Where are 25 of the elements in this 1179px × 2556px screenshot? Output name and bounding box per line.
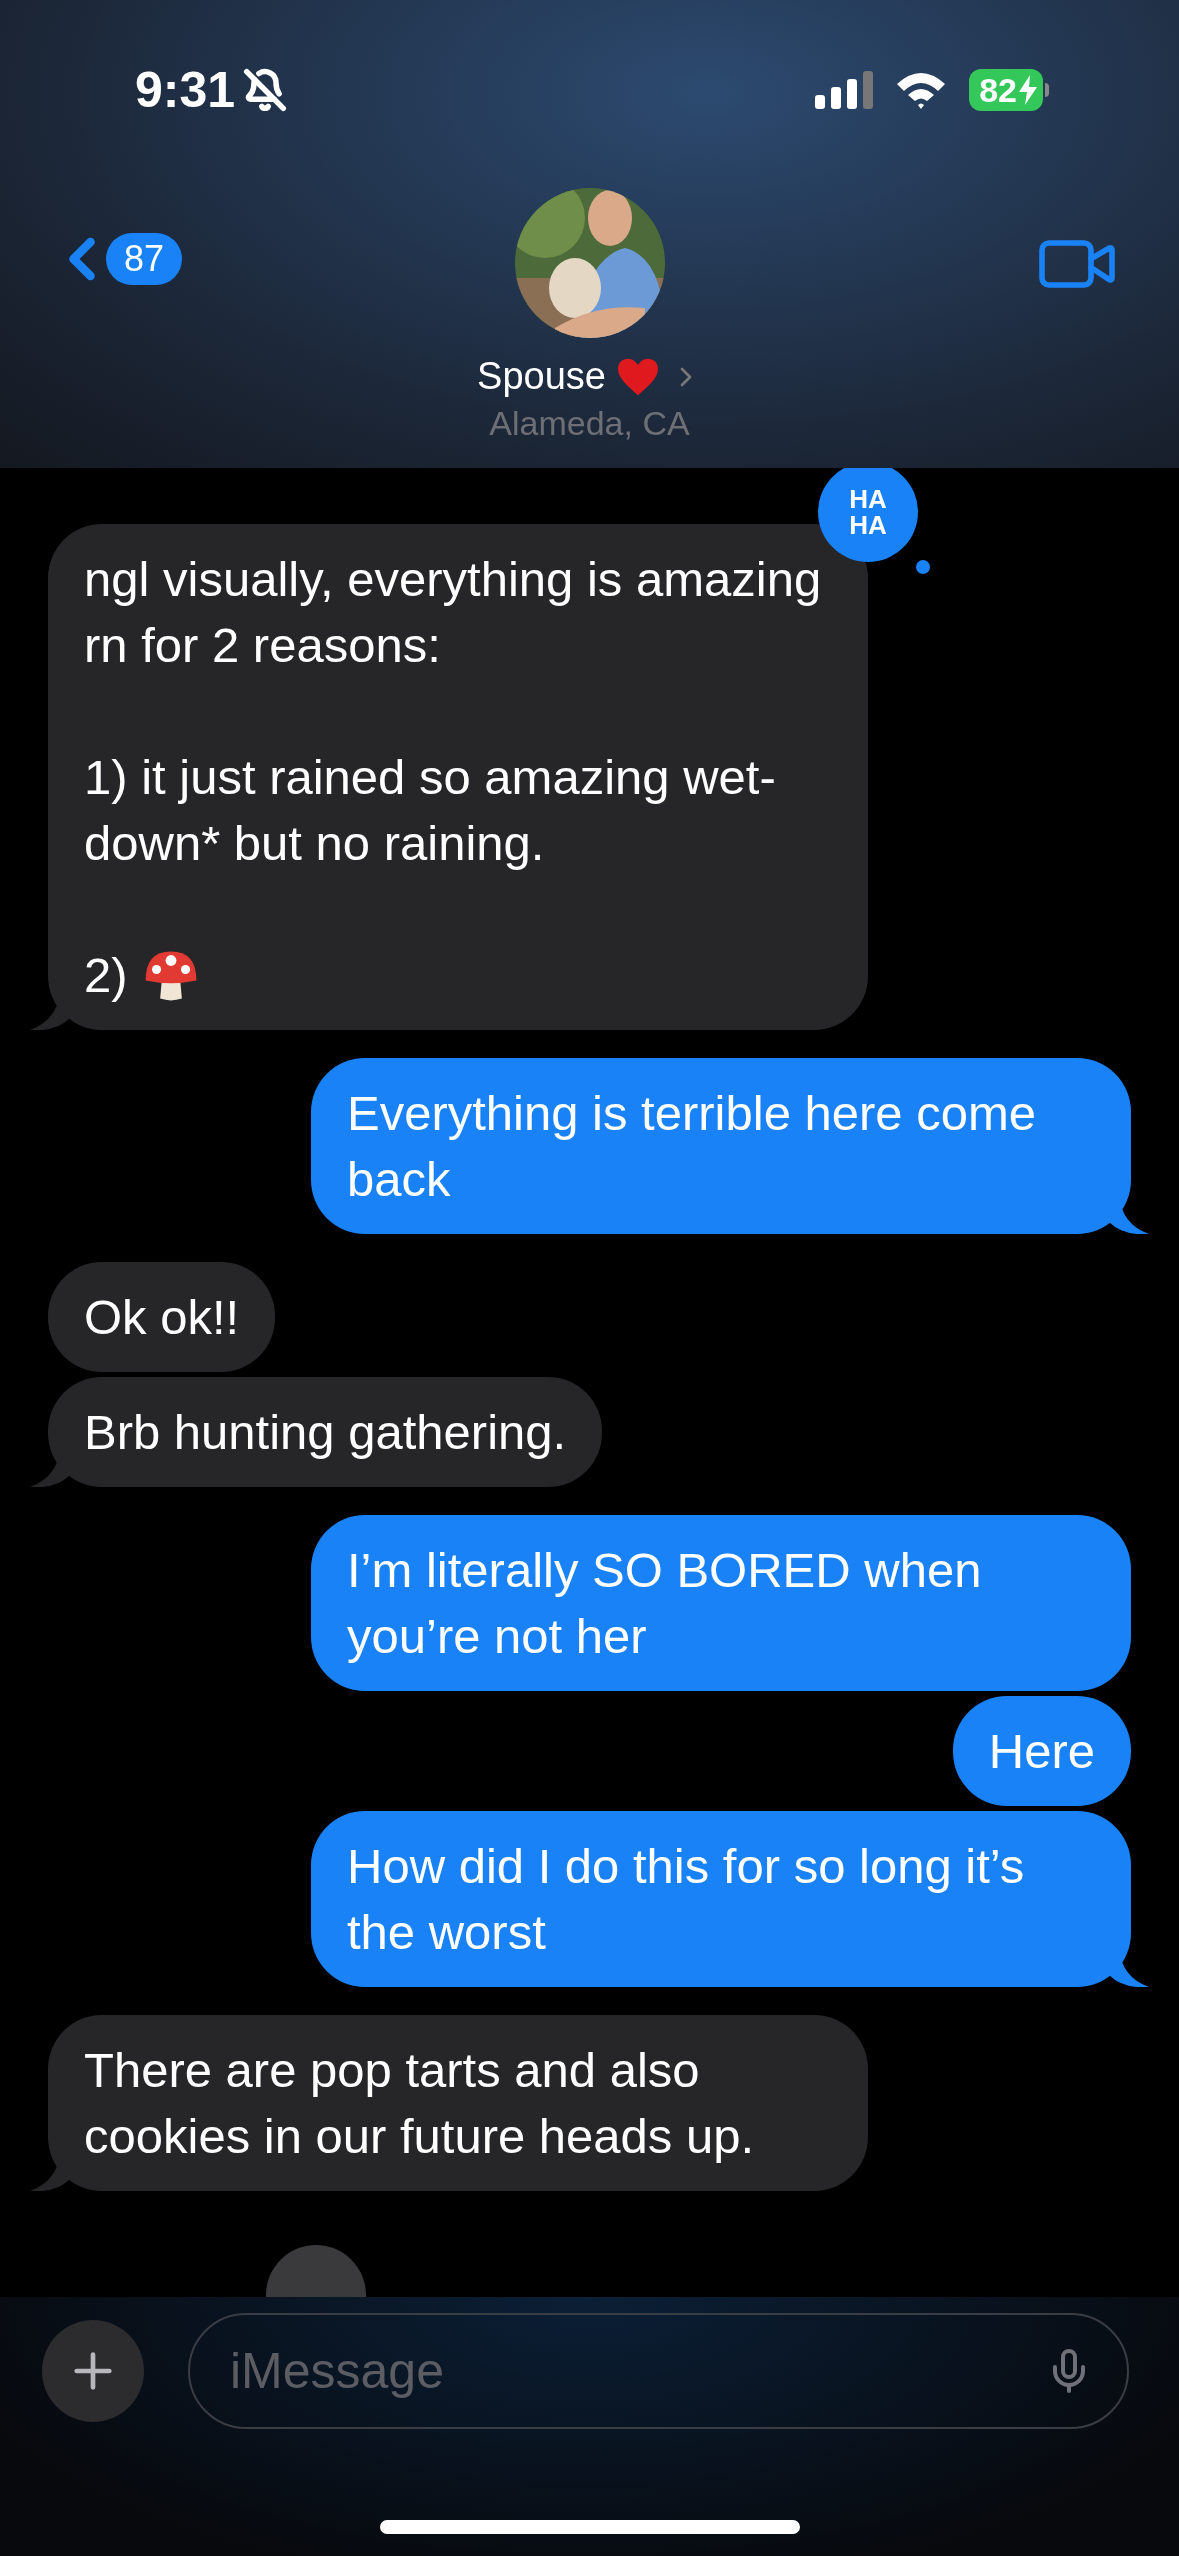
- message-text: Here: [988, 1724, 1095, 1778]
- message-text: Ok ok!!: [84, 1290, 240, 1344]
- bolt-icon: [1019, 75, 1037, 105]
- message-text: How did I do this for so long it’s the worst: [347, 1839, 1025, 1959]
- message-bubble[interactable]: Everything is terrible here come back: [311, 1058, 1131, 1234]
- message-bubble[interactable]: Here: [952, 1696, 1131, 1806]
- message-text: There are pop tarts and also cookies in our future heads up.: [84, 2043, 755, 2163]
- message-text: I’m literally SO BORED when you’re not her: [347, 1543, 982, 1663]
- message-bubble[interactable]: Ok ok!!: [48, 1262, 276, 1372]
- message-text: 1) it just rained so amazing wet-down* but no raining.: [84, 749, 777, 872]
- message-bubble[interactable]: How did I do this for so long it’s the worst: [311, 1811, 1131, 1987]
- message-bubble[interactable]: There are pop tarts and also cookies in our future heads up.: [48, 2015, 868, 2191]
- message-text: Everything is terrible here come back: [347, 1086, 1036, 1206]
- wifi-icon: [895, 70, 948, 110]
- status-time: 9:31: [135, 60, 236, 120]
- message-bubble[interactable]: Brb hunting gathering.: [48, 1377, 603, 1487]
- message-text: Brb hunting gathering.: [84, 1405, 567, 1459]
- message-text: 2): [84, 947, 128, 1004]
- message-bubble[interactable]: I’m literally SO BORED when you’re not her: [311, 1515, 1131, 1691]
- contact-location: Alameda, CA: [489, 405, 690, 441]
- battery-percentage: 82: [979, 73, 1017, 107]
- signal-icon: [815, 71, 874, 109]
- message-input-field[interactable]: iMessage: [188, 2313, 1129, 2429]
- back-button[interactable]: 87: [48, 220, 183, 298]
- contact-name[interactable]: Spouse: [477, 348, 606, 405]
